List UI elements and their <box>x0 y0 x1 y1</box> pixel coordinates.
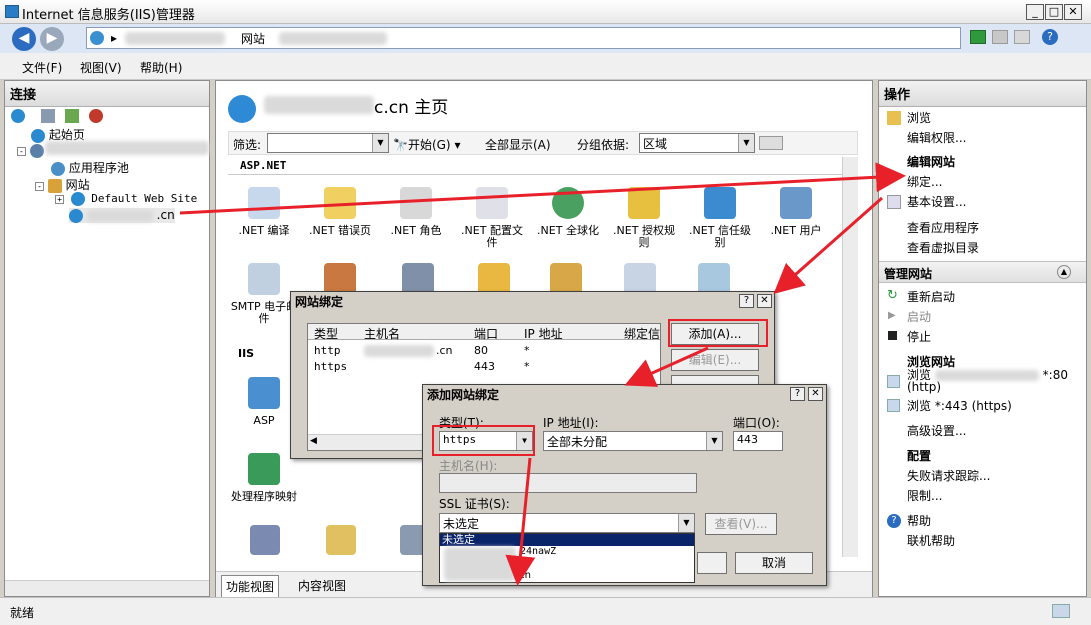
status-bar: 就绪 <box>0 597 1091 625</box>
arrow-site-to-bindings <box>179 162 906 215</box>
arrow-add-to-dialog <box>624 346 709 387</box>
status-text: 就绪 <box>10 606 35 620</box>
annotation-arrows <box>179 162 906 586</box>
arrow-bindings-to-dialog <box>773 196 883 294</box>
network-icon <box>1052 604 1070 618</box>
arrow-type-to-cert <box>505 457 536 586</box>
